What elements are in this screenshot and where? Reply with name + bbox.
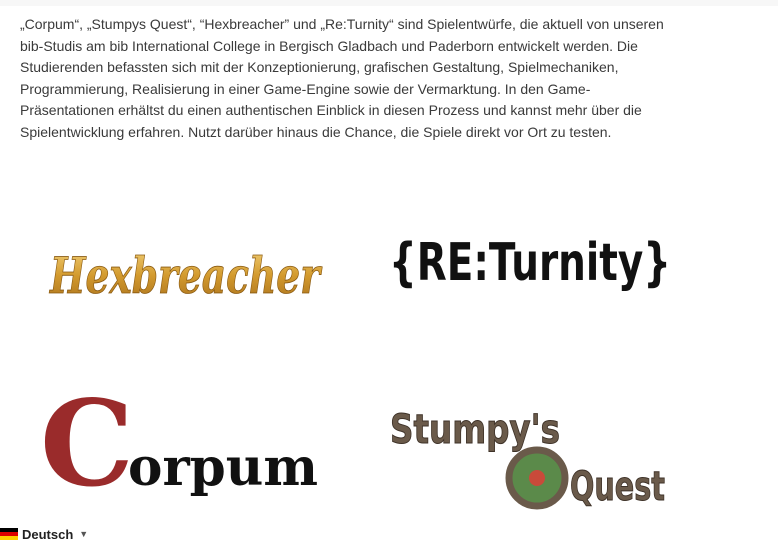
hexbreacher-logo[interactable]: Hexbreacher: [40, 205, 330, 330]
hexbreacher-wordmark: Hexbreacher: [48, 246, 322, 305]
corpum-wordmark: orpum: [128, 437, 318, 498]
returnity-wordmark: {RE:Turnity}: [389, 233, 671, 293]
quest-wordmark: Quest: [570, 464, 665, 510]
stumpys-quest-logo[interactable]: Stumpy's Quest: [385, 388, 675, 518]
language-label: Deutsch: [22, 526, 74, 542]
stumpys-wordmark: Stumpy's: [390, 407, 560, 453]
corpum-logo[interactable]: C orpum: [40, 390, 330, 505]
chevron-down-icon: ▼: [79, 529, 89, 539]
language-switcher[interactable]: Deutsch ▼: [0, 525, 88, 543]
german-flag-icon: [0, 528, 18, 540]
returnity-logo[interactable]: {RE:Turnity}: [385, 225, 675, 305]
top-bar: [0, 0, 778, 6]
intro-paragraph: „Corpum“, „Stumpys Quest“, “Hexbreacher”…: [20, 16, 664, 140]
corpum-initial: C: [40, 390, 134, 505]
